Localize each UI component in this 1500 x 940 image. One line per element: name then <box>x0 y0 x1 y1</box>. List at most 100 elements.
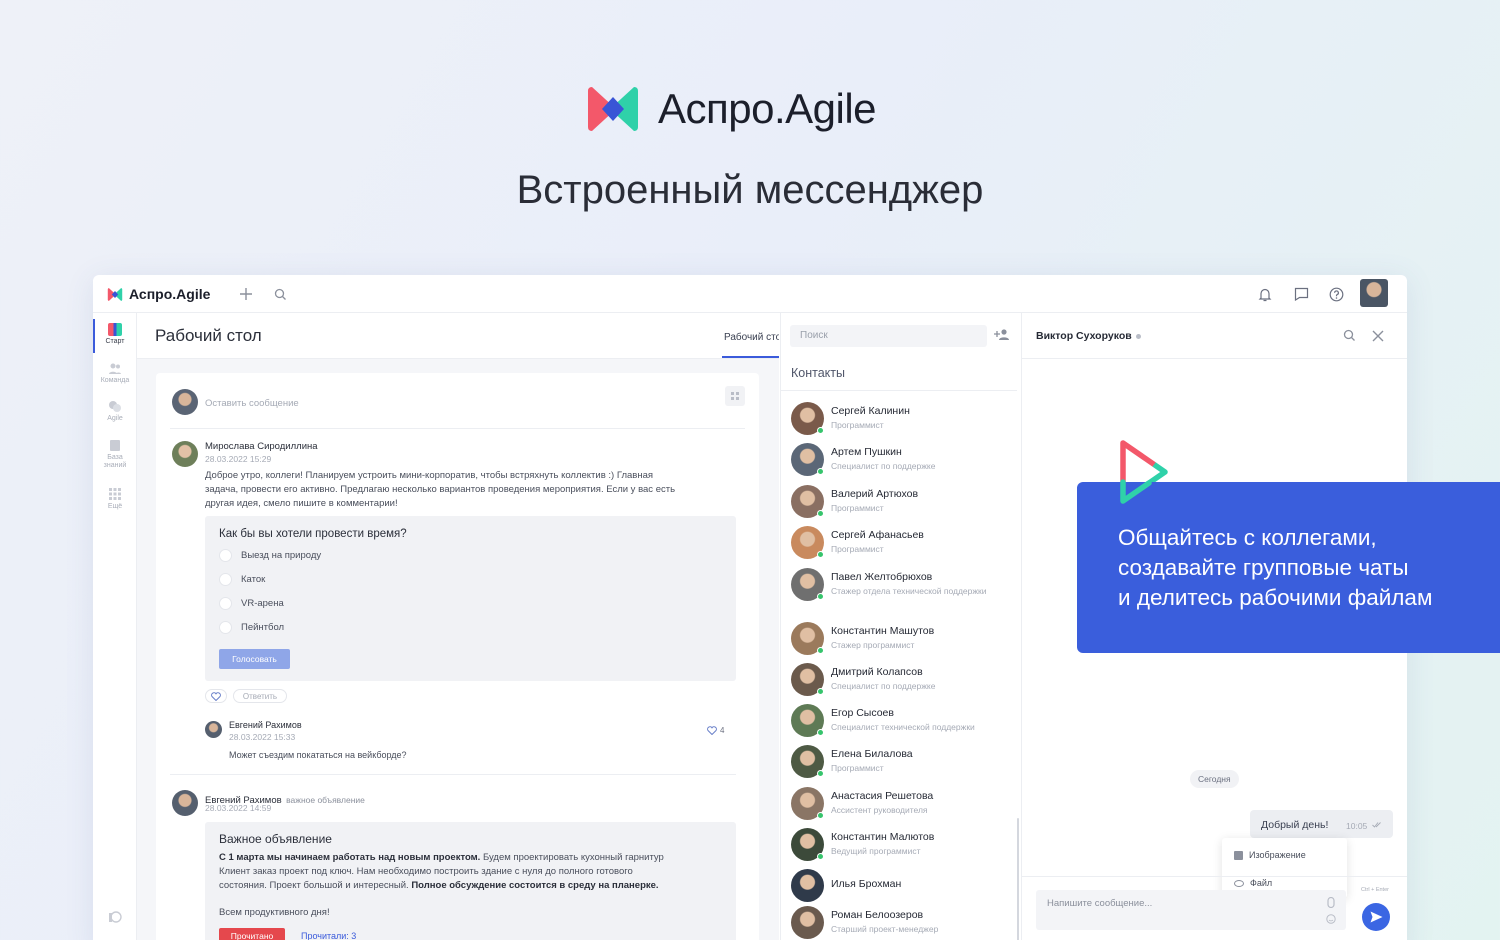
heart-icon <box>211 691 221 701</box>
emoji-button[interactable] <box>1326 911 1336 929</box>
like-button[interactable] <box>205 689 227 703</box>
post-text: Доброе утро, коллеги! Планируем устроить… <box>205 469 745 511</box>
status-dot <box>1136 334 1141 339</box>
promo-line: и делитесь рабочими файлам <box>1118 585 1433 610</box>
paperclip-icon <box>1327 896 1335 909</box>
message-input[interactable]: Напишите сообщение... <box>1036 890 1346 930</box>
add-button[interactable] <box>236 284 256 304</box>
close-icon <box>1372 330 1384 342</box>
online-status-dot <box>817 551 824 558</box>
contact-item[interactable]: Дмитрий Колапсов Специалист по поддержке <box>791 663 1016 701</box>
contact-name: Валерий Артюхов <box>831 488 919 500</box>
chat-icon <box>1294 287 1308 301</box>
nav-item-start[interactable]: Старт <box>93 319 137 353</box>
contact-item[interactable]: Елена Билалова Программист <box>791 745 1016 783</box>
contact-item[interactable]: Константин Малютов Ведущий программист <box>791 828 1016 866</box>
nav-item-agile[interactable]: Agile <box>93 400 137 423</box>
play-icon-overlap <box>1120 479 1152 504</box>
help-button[interactable] <box>1326 284 1346 304</box>
read-count-link[interactable]: Прочитали: 3 <box>301 931 356 940</box>
chat-contact-name[interactable]: Виктор Сухоруков <box>1036 330 1132 342</box>
contacts-search-input[interactable]: Поиск <box>790 325 987 347</box>
bell-icon <box>1258 288 1272 301</box>
nav-item-knowledge-base[interactable]: База знаний <box>93 439 137 470</box>
contact-name: Илья Брохман <box>831 878 902 890</box>
contact-item[interactable]: Егор Сысоев Специалист технической поддер… <box>791 704 1016 742</box>
vote-button[interactable]: Голосовать <box>219 649 290 669</box>
comment-author[interactable]: Евгений Рахимов <box>229 720 302 730</box>
top-bar: Аспро.Agile <box>93 275 1407 313</box>
avatar <box>172 441 198 467</box>
nav-item-more[interactable]: Ещё <box>93 488 137 511</box>
poll-option[interactable]: VR-арена <box>219 597 284 610</box>
attach-image-item[interactable]: Изображение <box>1234 850 1306 860</box>
add-user-icon <box>994 329 1009 340</box>
compose-input[interactable]: Оставить сообщение <box>205 398 299 409</box>
read-button[interactable]: Прочитано <box>219 928 285 940</box>
grid-icon <box>108 488 122 501</box>
contact-role: Старший проект-менеджер <box>831 924 939 934</box>
app-logo[interactable]: Аспро.Agile <box>107 286 210 302</box>
contact-item[interactable]: Анастасия Решетова Ассистент руководителя <box>791 787 1016 825</box>
poll-option[interactable]: Пейнтбол <box>219 621 284 634</box>
scrollbar[interactable] <box>1017 818 1019 940</box>
post-date: 28.03.2022 15:29 <box>205 454 272 464</box>
online-status-dot <box>817 593 824 600</box>
poll-option-label: VR-арена <box>241 598 284 609</box>
user-avatar[interactable] <box>1360 279 1388 307</box>
collapse-icon[interactable] <box>108 910 122 929</box>
radio-button[interactable] <box>219 549 232 562</box>
search-button[interactable] <box>270 284 290 304</box>
divider <box>781 390 1017 391</box>
messenger-button[interactable] <box>1291 284 1311 304</box>
contact-name: Роман Белоозеров <box>831 909 924 921</box>
announcement-line: Будем проектировать кухонный гарнитур <box>480 852 664 863</box>
radio-button[interactable] <box>219 573 232 586</box>
poll-option[interactable]: Каток <box>219 573 265 586</box>
plus-icon <box>240 288 252 300</box>
notifications-button[interactable] <box>1255 284 1275 304</box>
contact-item[interactable]: Сергей Калинин Программист <box>791 402 1016 440</box>
contact-item[interactable]: Павел Желтобрюхов Стажер отдела техническ… <box>791 568 1016 606</box>
online-status-dot <box>817 468 824 475</box>
nav-item-team[interactable]: Команда <box>93 362 137 385</box>
radio-button[interactable] <box>219 621 232 634</box>
online-status-dot <box>817 812 824 819</box>
file-icon <box>1234 879 1244 887</box>
contact-item[interactable]: Константин Машутов Стажер программист <box>791 622 1016 660</box>
announcement-text: С 1 марта мы начинаем работать над новым… <box>219 851 724 920</box>
contact-item[interactable]: Сергей Афанасьев Программист <box>791 526 1016 564</box>
comment-text: Может съездим покататься на вейкборде? <box>229 750 407 760</box>
promo-line: Общайтесь с коллегами, <box>1118 525 1377 550</box>
add-contact-button[interactable] <box>994 328 1011 346</box>
layout-toggle-button[interactable] <box>725 386 745 406</box>
avatar <box>791 906 824 939</box>
announcement-bold: С 1 марта мы начинаем работать над новым… <box>219 852 481 863</box>
poll-option[interactable]: Выезд на природу <box>219 549 321 562</box>
attach-file-item[interactable]: Файл <box>1234 878 1272 888</box>
divider <box>170 428 745 429</box>
contact-role: Специалист технической поддержки <box>831 722 975 732</box>
contact-item[interactable]: Илья Брохман <box>791 869 1016 907</box>
contact-item[interactable]: Валерий Артюхов Программист <box>791 485 1016 523</box>
image-icon <box>1234 850 1243 860</box>
contact-role: Программист <box>831 503 884 513</box>
comment-like-button[interactable]: 4 <box>707 726 724 735</box>
send-button[interactable] <box>1362 903 1390 931</box>
post-text-line: другая идея, смело пишите в комментарии! <box>205 498 398 509</box>
contact-item[interactable]: Артем Пушкин Специалист по поддержке <box>791 443 1016 481</box>
reply-button[interactable]: Ответить <box>233 689 287 703</box>
send-hint: Ctrl + Enter <box>1361 887 1389 893</box>
online-status-dot <box>817 853 824 860</box>
chat-search-button[interactable] <box>1343 329 1356 347</box>
tab-desk[interactable]: Рабочий стол <box>724 332 779 343</box>
post-author[interactable]: Мирослава Сиродиллина <box>205 441 318 452</box>
poll-option-label: Выезд на природу <box>241 550 322 561</box>
radio-button[interactable] <box>219 597 232 610</box>
contact-item[interactable]: Роман Белоозеров Старший проект-менеджер <box>791 906 1016 940</box>
online-status-dot <box>817 647 824 654</box>
announcement-title: Важное объявление <box>219 832 332 846</box>
chat-close-button[interactable] <box>1372 329 1384 347</box>
nav-label: Старт <box>105 338 125 345</box>
announcement-line: Клиент заказ проект под ключ. Нам необхо… <box>219 866 633 877</box>
